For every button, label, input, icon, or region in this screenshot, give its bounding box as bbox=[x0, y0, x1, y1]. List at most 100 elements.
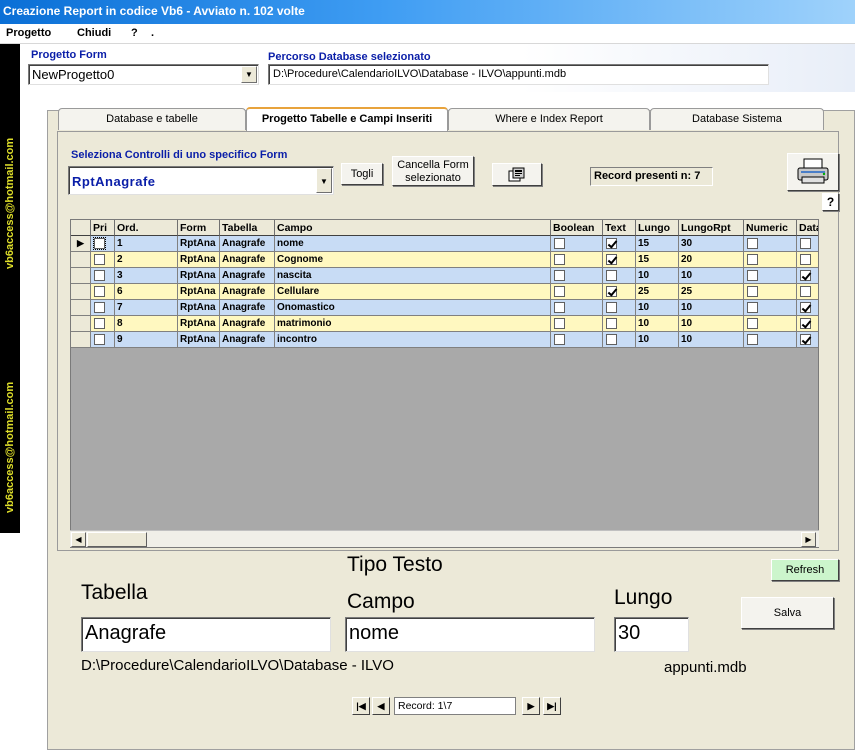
cell-lungorpt[interactable]: 10 bbox=[679, 300, 744, 316]
cell-campo[interactable]: incontro bbox=[275, 332, 551, 348]
data-checkbox[interactable] bbox=[800, 302, 811, 313]
nav-next-icon[interactable]: ▶ bbox=[522, 697, 540, 715]
cell-lungo[interactable]: 10 bbox=[636, 332, 679, 348]
cell-pri[interactable] bbox=[91, 300, 115, 316]
cell-campo[interactable]: Onomastico bbox=[275, 300, 551, 316]
data-checkbox[interactable] bbox=[800, 270, 811, 281]
cell-boolean[interactable] bbox=[551, 316, 603, 332]
nav-first-icon[interactable]: |◀ bbox=[352, 697, 370, 715]
text-checkbox[interactable] bbox=[606, 286, 617, 297]
table-row[interactable]: 8 RptAna Anagrafe matrimonio 10 10 bbox=[71, 316, 818, 332]
data-checkbox[interactable] bbox=[800, 286, 811, 297]
cell-numeric[interactable] bbox=[744, 316, 797, 332]
text-checkbox[interactable] bbox=[606, 270, 617, 281]
cell-lungo[interactable]: 10 bbox=[636, 316, 679, 332]
cell-campo[interactable]: matrimonio bbox=[275, 316, 551, 332]
row-selector[interactable] bbox=[71, 268, 91, 284]
cell-text[interactable] bbox=[603, 300, 636, 316]
cell-data[interactable] bbox=[797, 236, 818, 252]
col-header-numeric[interactable]: Numeric bbox=[744, 220, 797, 236]
cell-data[interactable] bbox=[797, 332, 818, 348]
tabella-field[interactable]: Anagrafe bbox=[81, 617, 331, 652]
scroll-thumb[interactable] bbox=[87, 532, 147, 547]
menu-dot[interactable]: . bbox=[151, 27, 154, 39]
table-row[interactable]: 2 RptAna Anagrafe Cognome 15 20 bbox=[71, 252, 818, 268]
table-row[interactable]: 7 RptAna Anagrafe Onomastico 10 10 bbox=[71, 300, 818, 316]
boolean-checkbox[interactable] bbox=[554, 270, 565, 281]
numeric-checkbox[interactable] bbox=[747, 302, 758, 313]
numeric-checkbox[interactable] bbox=[747, 286, 758, 297]
data-checkbox[interactable] bbox=[800, 238, 811, 249]
cell-form[interactable]: RptAna bbox=[178, 316, 220, 332]
numeric-checkbox[interactable] bbox=[747, 318, 758, 329]
cell-pri[interactable] bbox=[91, 332, 115, 348]
cell-ord[interactable]: 8 bbox=[115, 316, 178, 332]
cell-tabella[interactable]: Anagrafe bbox=[220, 268, 275, 284]
data-checkbox[interactable] bbox=[800, 318, 811, 329]
lungo-field[interactable]: 30 bbox=[614, 617, 689, 652]
text-checkbox[interactable] bbox=[606, 318, 617, 329]
col-header-data[interactable]: Data bbox=[797, 220, 818, 236]
col-header-pri[interactable]: Pri bbox=[91, 220, 115, 236]
cell-form[interactable]: RptAna bbox=[178, 236, 220, 252]
numeric-checkbox[interactable] bbox=[747, 238, 758, 249]
cell-ord[interactable]: 3 bbox=[115, 268, 178, 284]
boolean-checkbox[interactable] bbox=[554, 286, 565, 297]
cell-tabella[interactable]: Anagrafe bbox=[220, 284, 275, 300]
cell-tabella[interactable]: Anagrafe bbox=[220, 300, 275, 316]
col-header-lungo[interactable]: Lungo bbox=[636, 220, 679, 236]
boolean-checkbox[interactable] bbox=[554, 318, 565, 329]
boolean-checkbox[interactable] bbox=[554, 334, 565, 345]
grid-hscrollbar[interactable]: ◀ ▶ bbox=[70, 530, 819, 547]
cell-pri[interactable] bbox=[91, 284, 115, 300]
col-header-ord[interactable]: Ord. bbox=[115, 220, 178, 236]
cell-lungo[interactable]: 10 bbox=[636, 300, 679, 316]
cell-lungorpt[interactable]: 20 bbox=[679, 252, 744, 268]
cell-numeric[interactable] bbox=[744, 284, 797, 300]
col-header-text[interactable]: Text bbox=[603, 220, 636, 236]
cell-numeric[interactable] bbox=[744, 252, 797, 268]
cell-lungorpt[interactable]: 10 bbox=[679, 332, 744, 348]
cell-boolean[interactable] bbox=[551, 332, 603, 348]
boolean-checkbox[interactable] bbox=[554, 238, 565, 249]
cell-text[interactable] bbox=[603, 252, 636, 268]
cell-ord[interactable]: 9 bbox=[115, 332, 178, 348]
cell-lungorpt[interactable]: 10 bbox=[679, 268, 744, 284]
cell-campo[interactable]: nascita bbox=[275, 268, 551, 284]
row-selector[interactable]: ▶ bbox=[71, 236, 91, 252]
pri-checkbox[interactable] bbox=[94, 270, 105, 281]
chevron-down-icon[interactable]: ▼ bbox=[316, 168, 332, 193]
menu-help[interactable]: ? bbox=[131, 27, 138, 39]
cell-data[interactable] bbox=[797, 300, 818, 316]
menu-progetto[interactable]: Progetto bbox=[6, 27, 51, 39]
menu-chiudi[interactable]: Chiudi bbox=[77, 27, 111, 39]
cell-boolean[interactable] bbox=[551, 284, 603, 300]
cell-numeric[interactable] bbox=[744, 236, 797, 252]
cell-data[interactable] bbox=[797, 316, 818, 332]
cell-lungo[interactable]: 10 bbox=[636, 268, 679, 284]
col-header-lungorpt[interactable]: LungoRpt bbox=[679, 220, 744, 236]
table-row[interactable]: 6 RptAna Anagrafe Cellulare 25 25 bbox=[71, 284, 818, 300]
cell-numeric[interactable] bbox=[744, 332, 797, 348]
fields-grid[interactable]: Pri Ord. Form Tabella Campo Boolean Text… bbox=[70, 219, 819, 548]
nav-last-icon[interactable]: ▶| bbox=[543, 697, 561, 715]
cell-form[interactable]: RptAna bbox=[178, 268, 220, 284]
tab-where-index[interactable]: Where e Index Report bbox=[448, 108, 650, 130]
data-checkbox[interactable] bbox=[800, 254, 811, 265]
cell-pri[interactable] bbox=[91, 236, 115, 252]
pri-checkbox[interactable] bbox=[94, 334, 105, 345]
cell-numeric[interactable] bbox=[744, 300, 797, 316]
cell-data[interactable] bbox=[797, 284, 818, 300]
tab-database[interactable]: Database e tabelle bbox=[58, 108, 246, 130]
db-path-field[interactable]: D:\Procedure\CalendarioILVO\Database - I… bbox=[268, 64, 769, 85]
data-checkbox[interactable] bbox=[800, 334, 811, 345]
cell-lungo[interactable]: 15 bbox=[636, 252, 679, 268]
chevron-down-icon[interactable]: ▼ bbox=[241, 66, 257, 83]
cell-tabella[interactable]: Anagrafe bbox=[220, 236, 275, 252]
cell-ord[interactable]: 7 bbox=[115, 300, 178, 316]
row-selector[interactable] bbox=[71, 284, 91, 300]
cell-tabella[interactable]: Anagrafe bbox=[220, 316, 275, 332]
campo-field[interactable]: nome bbox=[345, 617, 595, 652]
cell-campo[interactable]: Cellulare bbox=[275, 284, 551, 300]
pri-checkbox[interactable] bbox=[94, 254, 105, 265]
